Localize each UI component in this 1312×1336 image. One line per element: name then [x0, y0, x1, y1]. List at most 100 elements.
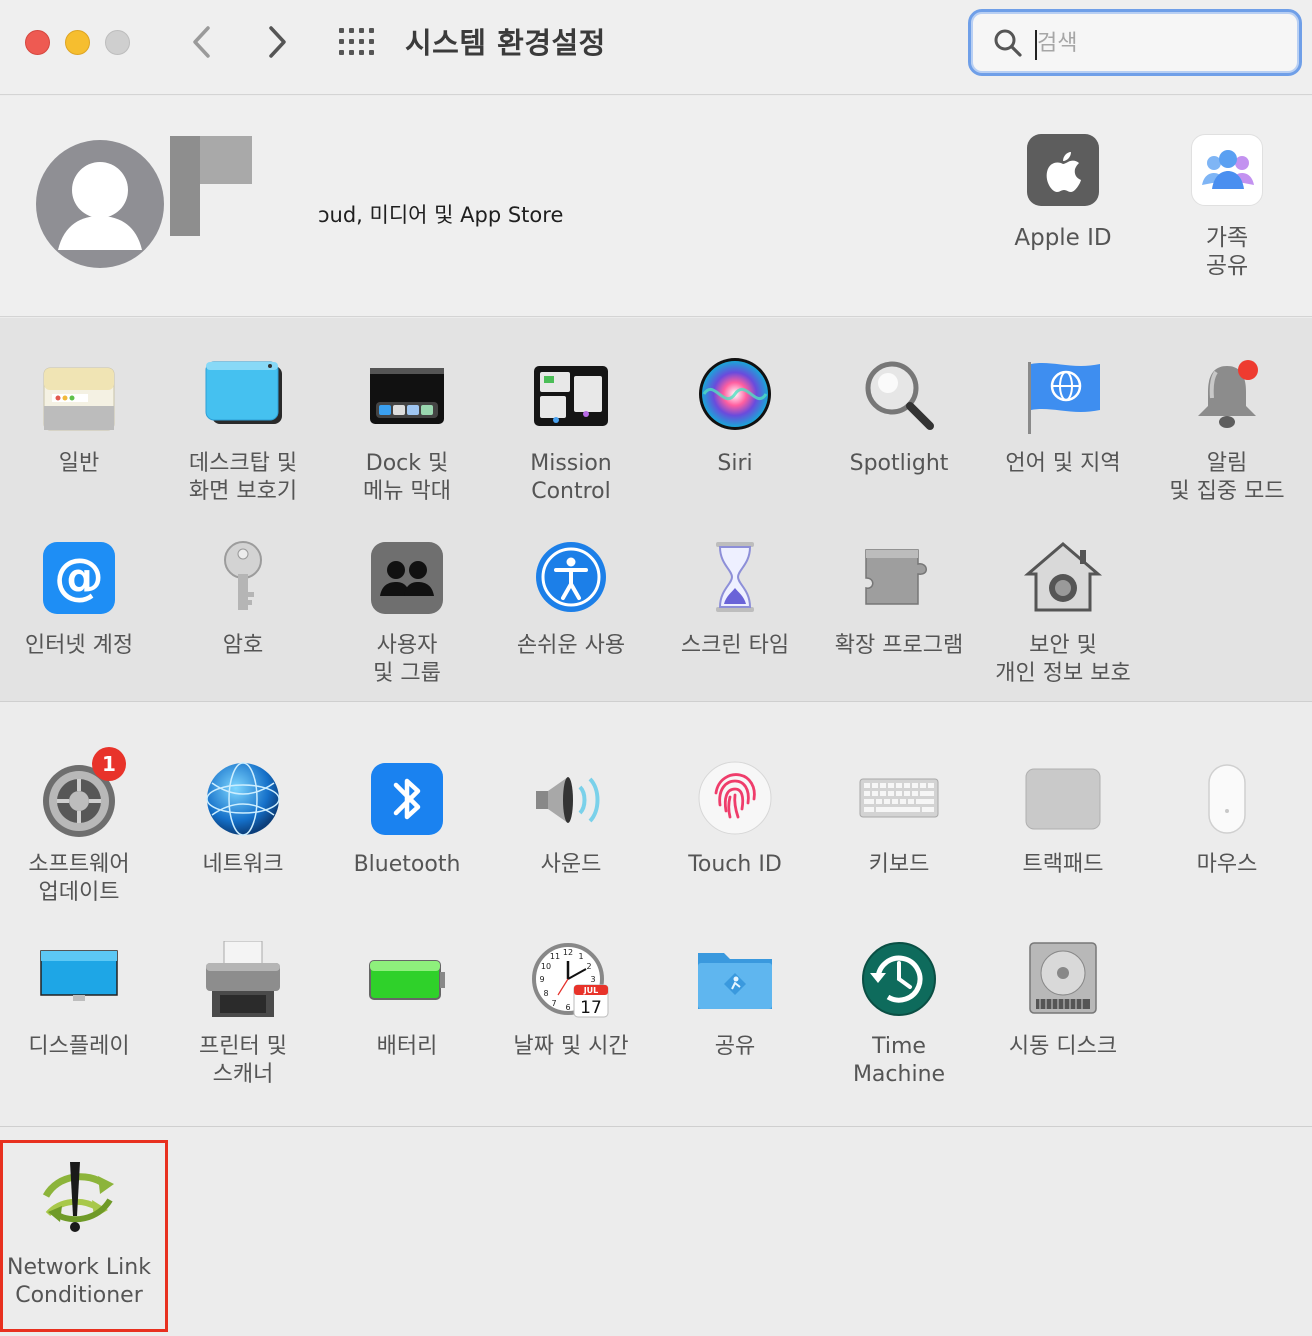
pref-label: 스크린 타임 — [680, 633, 790, 658]
pref-software-update[interactable]: 1 소프트웨어 업데이트 — [0, 747, 161, 907]
notifications-icon — [1186, 358, 1268, 440]
pref-displays[interactable]: 디스플레이 — [0, 941, 161, 1061]
pref-label: 프린터 및 스캐너 — [199, 1034, 287, 1087]
pref-sound[interactable]: 사운드 — [489, 759, 653, 879]
general-icon — [38, 358, 120, 440]
pref-passwords[interactable]: 암호 — [161, 540, 325, 660]
pref-dock-menubar[interactable]: Dock 및 메뉴 막대 — [325, 358, 489, 506]
sharing-icon — [694, 941, 776, 1023]
pref-label: 디스플레이 — [28, 1034, 130, 1059]
pref-label: 사운드 — [540, 852, 602, 877]
apple-icon — [1027, 134, 1099, 206]
pref-label: Bluetooth — [353, 852, 461, 877]
keyboard-icon — [858, 759, 940, 841]
pref-keyboard[interactable]: 키보드 — [817, 759, 981, 879]
users-groups-icon — [366, 540, 448, 622]
chevron-left-icon — [193, 26, 210, 58]
search-input[interactable] — [1037, 24, 1287, 62]
update-badge: 1 — [92, 747, 126, 781]
pref-label: 가족 공유 — [1205, 225, 1249, 279]
pref-trackpad[interactable]: 트랙패드 — [981, 759, 1145, 879]
touch-id-icon — [694, 759, 776, 841]
pref-label: Siri — [717, 451, 753, 476]
software-update-icon: 1 — [38, 747, 126, 841]
redacted-name-block — [200, 136, 252, 184]
pref-label: Dock 및 메뉴 막대 — [363, 451, 451, 504]
pref-date-time[interactable]: 12 1 2 3 9 10 11 8 7 6 JUL 17 날짜 및 시간 — [489, 941, 653, 1061]
pref-bluetooth[interactable]: Bluetooth — [325, 759, 489, 879]
pref-printers-scanners[interactable]: 프린터 및 스캐너 — [161, 940, 325, 1089]
show-all-button[interactable] — [337, 25, 379, 59]
pref-network[interactable]: 네트워크 — [161, 759, 325, 879]
pref-security-privacy[interactable]: 보안 및 개인 정보 보호 — [981, 540, 1145, 688]
internet-accounts-icon: @ — [38, 540, 120, 622]
pref-label: 인터넷 계정 — [24, 633, 134, 658]
pref-label: Apple ID — [1014, 225, 1112, 251]
svg-text:JUL: JUL — [583, 986, 599, 995]
pref-label: Mission Control — [530, 451, 612, 504]
sound-icon — [530, 759, 612, 841]
zoom-window-button[interactable] — [105, 30, 130, 55]
pref-desktop-screensaver[interactable]: 데스크탑 및 화면 보호기 — [161, 358, 325, 506]
pref-accessibility[interactable]: 손쉬운 사용 — [489, 540, 653, 660]
svg-text:@: @ — [54, 548, 104, 606]
search-field[interactable] — [968, 9, 1302, 76]
pref-label: 손쉬운 사용 — [516, 633, 626, 658]
minimize-window-button[interactable] — [65, 30, 90, 55]
screen-time-icon — [694, 540, 776, 622]
pref-label: 공유 — [714, 1034, 756, 1059]
pref-spotlight[interactable]: Spotlight — [817, 358, 981, 478]
pref-label: 데스크탑 및 화면 보호기 — [188, 451, 298, 504]
pref-language-region[interactable]: 언어 및 지역 — [981, 358, 1145, 478]
pref-label: 마우스 — [1196, 852, 1258, 877]
close-window-button[interactable] — [25, 30, 50, 55]
pref-label: 소프트웨어 업데이트 — [28, 852, 130, 905]
account-subtitle: ɔud, 미디어 및 App Store — [318, 203, 564, 227]
other-prefs-section: Network Link Conditioner — [0, 1128, 1312, 1336]
pref-family-sharing[interactable]: 가족 공유 — [1142, 134, 1312, 280]
forward-button[interactable] — [257, 22, 297, 62]
pref-label: 시동 디스크 — [1008, 1034, 1118, 1059]
user-avatar[interactable] — [36, 140, 164, 268]
accessibility-icon — [530, 540, 612, 622]
account-section: ɔud, 미디어 및 App Store Apple ID 가족 공유 — [0, 96, 1312, 317]
network-icon — [202, 759, 284, 841]
date-time-icon: 12 1 2 3 9 10 11 8 7 6 JUL 17 — [530, 941, 612, 1023]
mission-control-icon — [530, 358, 612, 440]
pref-label: 배터리 — [376, 1034, 438, 1059]
spotlight-icon — [858, 358, 940, 440]
pref-label: Time Machine — [852, 1034, 946, 1087]
displays-icon — [38, 941, 120, 1023]
redacted-name-block — [170, 136, 200, 236]
pref-users-groups[interactable]: 사용자 및 그룹 — [325, 540, 489, 688]
pref-label: 네트워크 — [202, 852, 284, 877]
pref-label: 암호 — [222, 633, 264, 658]
highlight-box — [0, 1140, 168, 1332]
trackpad-icon — [1022, 759, 1104, 841]
chevron-right-icon — [269, 26, 286, 58]
pref-general[interactable]: 일반 — [0, 358, 161, 478]
pref-label: 알림 및 집중 모드 — [1169, 451, 1285, 504]
pref-mouse[interactable]: 마우스 — [1145, 759, 1309, 879]
pref-extensions[interactable]: 확장 프로그램 — [817, 540, 981, 660]
dock-menubar-icon — [366, 358, 448, 440]
pref-touch-id[interactable]: Touch ID — [653, 759, 817, 879]
passwords-icon — [202, 540, 284, 622]
pref-label: 날짜 및 시간 — [513, 1034, 629, 1059]
back-button[interactable] — [182, 22, 222, 62]
pref-mission-control[interactable]: Mission Control — [489, 358, 653, 506]
pref-screen-time[interactable]: 스크린 타임 — [653, 540, 817, 660]
startup-disk-icon — [1022, 941, 1104, 1023]
pref-apple-id[interactable]: Apple ID — [978, 134, 1148, 252]
pref-label: 언어 및 지역 — [1005, 451, 1121, 476]
pref-startup-disk[interactable]: 시동 디스크 — [981, 941, 1145, 1061]
mouse-icon — [1186, 759, 1268, 841]
pref-sharing[interactable]: 공유 — [653, 941, 817, 1061]
pref-internet-accounts[interactable]: @ 인터넷 계정 — [0, 540, 161, 660]
pref-notifications[interactable]: 알림 및 집중 모드 — [1145, 358, 1309, 506]
pref-label: 일반 — [58, 451, 100, 476]
pref-battery[interactable]: 배터리 — [325, 941, 489, 1061]
pref-label: Touch ID — [688, 852, 782, 877]
pref-siri[interactable]: Siri — [653, 358, 817, 478]
pref-time-machine[interactable]: Time Machine — [817, 941, 981, 1089]
